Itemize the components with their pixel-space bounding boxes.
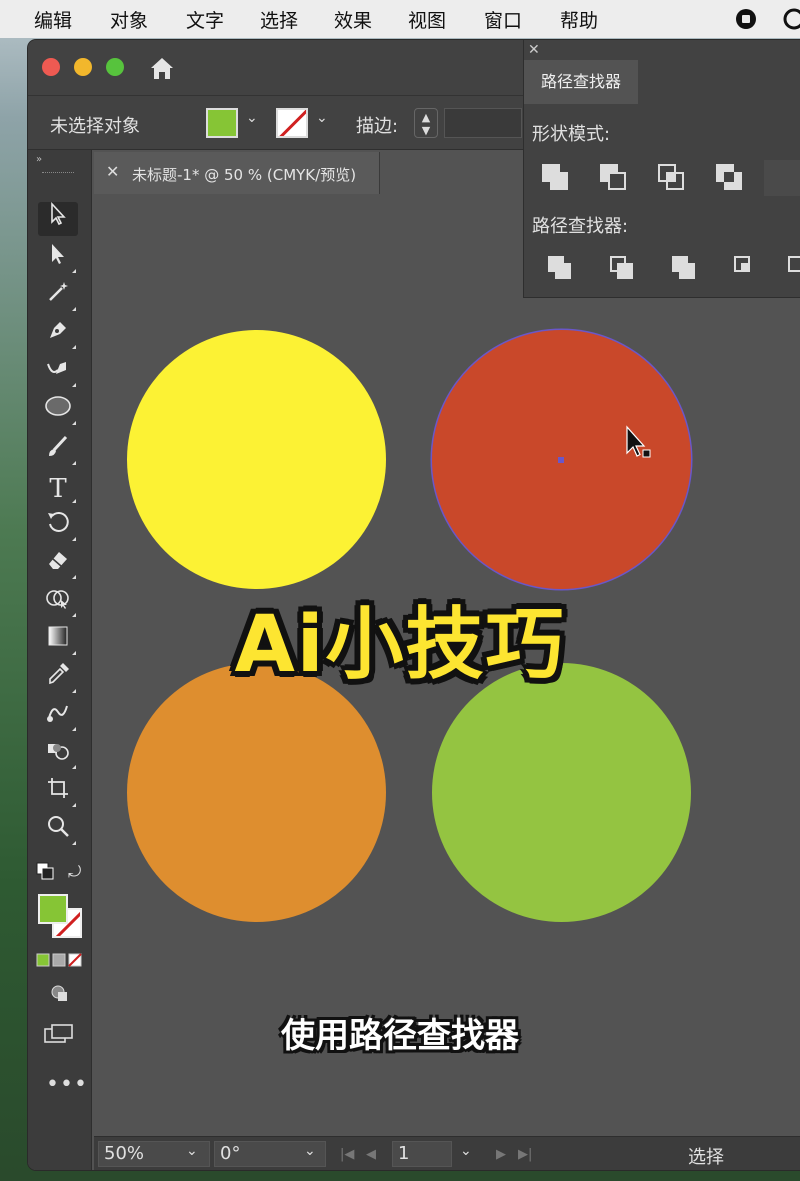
curvature-tool-icon[interactable] (38, 356, 78, 390)
outline-icon[interactable] (788, 256, 800, 284)
trim-icon[interactable] (610, 256, 638, 284)
pathfinder-tab[interactable]: 路径查找器 (524, 60, 638, 104)
symbol-sprayer-tool-icon[interactable] (38, 738, 78, 772)
menu-bar: 编辑 对象 文字 选择 效果 视图 窗口 帮助 (0, 0, 800, 38)
exclude-icon[interactable] (716, 164, 744, 192)
zoom-dropdown-chevron-icon[interactable]: ⌄ (186, 1143, 198, 1159)
menu-type[interactable]: 文字 (186, 6, 224, 33)
record-icon[interactable] (734, 7, 758, 36)
edit-toolbar-icon[interactable]: ••• (46, 1072, 88, 1097)
maximize-window-button[interactable] (106, 58, 124, 76)
stroke-weight-field[interactable] (444, 108, 522, 138)
document-title: 未标题-1* @ 50 % (CMYK/预览) (132, 166, 357, 184)
crop-icon[interactable] (734, 256, 762, 284)
last-artboard-icon[interactable]: ▶| (518, 1147, 532, 1162)
eraser-tool-icon[interactable] (38, 548, 78, 582)
expand-button[interactable] (764, 160, 800, 196)
menu-object[interactable]: 对象 (110, 6, 148, 33)
stroke-weight-stepper[interactable]: ▲ ▼ (414, 108, 438, 138)
menu-view[interactable]: 视图 (408, 6, 446, 33)
pen-tool-icon[interactable] (38, 318, 78, 352)
rotation-value: 0° (220, 1143, 241, 1164)
unite-icon[interactable] (542, 164, 570, 192)
close-panel-icon[interactable]: ✕ (528, 42, 540, 58)
status-bar: 50% ⌄ 0° ⌄ |◀ ◀ 1 ⌄ ▶ ▶| 选择 (94, 1136, 800, 1170)
menu-help[interactable]: 帮助 (560, 6, 598, 33)
artboard-tool-icon[interactable] (38, 776, 78, 810)
fill-dropdown-chevron-icon[interactable]: ⌄ (246, 110, 258, 126)
stroke-swatch[interactable] (276, 108, 308, 138)
shape-modes-label: 形状模式: (532, 124, 611, 145)
zoom-level: 50% (104, 1143, 145, 1164)
type-tool-icon[interactable]: T (38, 472, 78, 506)
menu-edit[interactable]: 编辑 (34, 6, 72, 33)
selection-tool-icon[interactable] (38, 201, 78, 236)
minus-front-icon[interactable] (600, 164, 628, 192)
rotate-tool-icon[interactable] (38, 510, 78, 544)
pathfinders-label: 路径查找器: (532, 216, 629, 237)
collapse-toolbar-icon[interactable]: » (36, 154, 42, 165)
previous-artboard-icon[interactable]: ◀ (366, 1147, 376, 1162)
green-circle[interactable] (432, 663, 691, 922)
close-window-button[interactable] (42, 58, 60, 76)
divide-icon[interactable] (548, 256, 576, 284)
document-tab[interactable]: ✕ 未标题-1* @ 50 % (CMYK/预览) (94, 152, 380, 194)
fill-color-box[interactable] (38, 894, 68, 924)
pathfinder-panel: ✕ 路径查找器 形状模式: 路径查找器: (523, 40, 800, 298)
default-fill-stroke-icon[interactable] (36, 862, 54, 884)
fill-swatch[interactable] (206, 108, 238, 138)
merge-icon[interactable] (672, 256, 700, 284)
close-document-icon[interactable]: ✕ (106, 162, 119, 181)
blend-tool-icon[interactable] (38, 700, 78, 734)
orange-circle[interactable] (127, 663, 386, 922)
swap-fill-stroke-icon[interactable]: ⤾ (68, 862, 81, 882)
title-caption: Ai小技巧 (234, 600, 566, 690)
home-icon[interactable] (148, 54, 176, 82)
stroke-label: 描边: (356, 116, 399, 137)
mouse-cursor-icon (624, 425, 654, 465)
artboard-number: 1 (398, 1143, 410, 1164)
menu-select[interactable]: 选择 (260, 6, 298, 33)
yellow-circle[interactable] (127, 330, 386, 589)
app-icon[interactable] (782, 7, 800, 36)
current-tool-name: 选择 (688, 1147, 724, 1168)
subtitle-caption: 使用路径查找器 (281, 1016, 519, 1056)
next-artboard-icon[interactable]: ▶ (496, 1147, 506, 1162)
intersect-icon[interactable] (658, 164, 686, 192)
artboard-dropdown-chevron-icon[interactable]: ⌄ (460, 1143, 472, 1159)
toolbar-grip[interactable] (42, 172, 74, 174)
selection-status: 未选择对象 (50, 116, 140, 137)
minimize-window-button[interactable] (74, 58, 92, 76)
selection-center-point (558, 457, 564, 463)
ellipse-tool-icon[interactable] (38, 394, 78, 428)
color-mode-icons[interactable] (36, 952, 82, 971)
draw-mode-icon[interactable] (50, 984, 70, 1008)
first-artboard-icon[interactable]: |◀ (340, 1147, 354, 1162)
menu-window[interactable]: 窗口 (484, 6, 522, 33)
magic-wand-tool-icon[interactable] (38, 280, 78, 314)
zoom-tool-icon[interactable] (38, 814, 78, 848)
paintbrush-tool-icon[interactable] (38, 434, 78, 468)
direct-selection-tool-icon[interactable] (38, 242, 78, 276)
menu-effect[interactable]: 效果 (334, 6, 372, 33)
rotation-dropdown-chevron-icon[interactable]: ⌄ (304, 1143, 316, 1159)
stroke-dropdown-chevron-icon[interactable]: ⌄ (316, 110, 328, 126)
